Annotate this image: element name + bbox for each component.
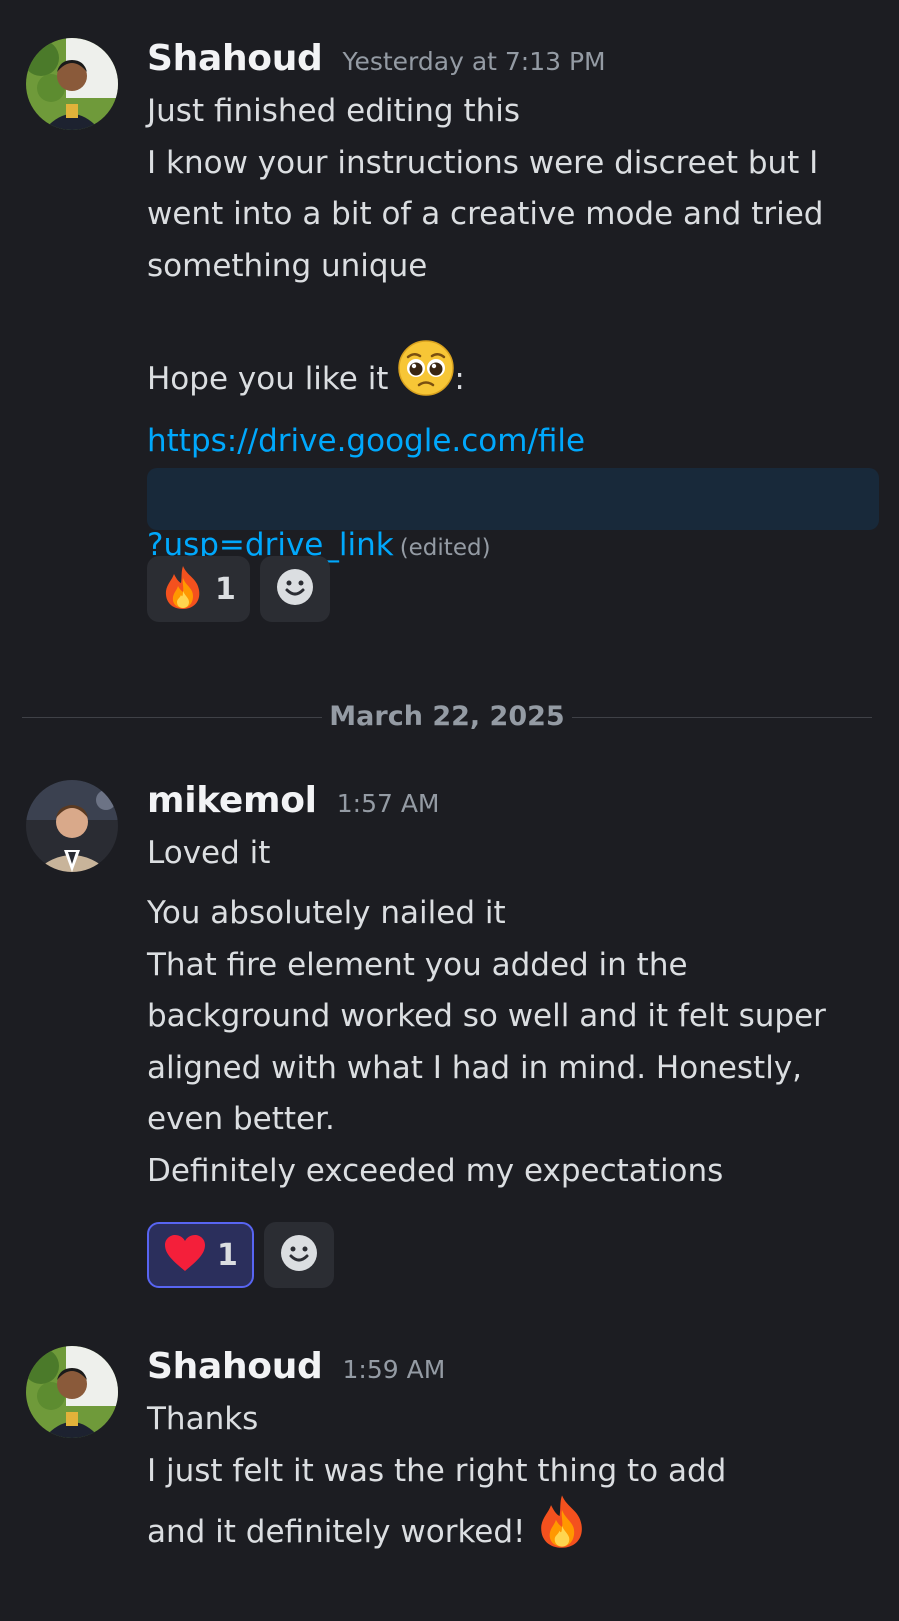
message-text: Hope you like it [147, 360, 389, 397]
avatar[interactable] [26, 38, 118, 130]
timestamp: 1:57 AM [336, 789, 440, 818]
message-line: Definitely exceeded my expectations [147, 1152, 724, 1189]
message-text: and it definitely worked! [147, 1513, 526, 1550]
add-reaction-button[interactable] [259, 556, 330, 622]
add-reaction-button[interactable] [263, 1222, 334, 1288]
message-line: Loved it [147, 835, 271, 871]
message-line: I know your instructions were discreet b… [147, 144, 819, 181]
message-line: That fire element you added in the [147, 946, 688, 983]
message-header: mikemol 1:57 AM [147, 780, 440, 828]
message-body: You absolutely nailed it That fire eleme… [147, 888, 877, 1197]
message-line: I just felt it was the right thing to ad… [147, 1452, 727, 1489]
message-line: aligned with what I had in mind. Honestl… [147, 1049, 803, 1086]
timestamp: Yesterday at 7:13 PM [342, 47, 606, 76]
reaction-heart[interactable]: 1 [147, 1222, 254, 1288]
message-header: Shahoud 1:59 AM [147, 1346, 445, 1394]
message-line: even better. [147, 1101, 335, 1137]
username[interactable]: Shahoud [147, 1346, 323, 1387]
message-body: Thanks I just felt it was the right thin… [147, 1394, 877, 1570]
reactions: 1 [147, 1222, 334, 1288]
message-line: You absolutely nailed it [147, 895, 506, 931]
date-divider: March 22, 2025 [22, 700, 872, 734]
avatar[interactable] [26, 1346, 118, 1438]
add-reaction-smiley-icon [280, 1234, 318, 1276]
message-line: Just finished editing this [147, 93, 521, 129]
fire-emoji [535, 1493, 589, 1566]
reactions: 1 [147, 556, 330, 622]
drive-link[interactable]: https://drive.google.com/file [147, 416, 877, 468]
message-body: Just finished editing this I know your i… [147, 86, 879, 574]
pleading-face-emoji [398, 339, 455, 413]
message-line: Hope you like it : [147, 339, 877, 417]
message-text: : [454, 360, 465, 397]
message-line: something unique [147, 247, 428, 284]
timestamp: 1:59 AM [342, 1355, 446, 1384]
reaction-count: 1 [215, 571, 236, 607]
username[interactable]: Shahoud [147, 38, 323, 79]
red-heart-emoji [163, 1233, 207, 1277]
message-line: went into a bit of a creative mode and t… [147, 196, 824, 232]
edited-label: (edited) [399, 534, 491, 561]
fire-emoji [161, 564, 205, 614]
reaction-fire[interactable]: 1 [147, 556, 250, 622]
message-body: Loved it [147, 828, 877, 880]
add-reaction-smiley-icon [276, 568, 314, 610]
message-line: and it definitely worked! [147, 1495, 877, 1570]
reaction-count: 1 [217, 1237, 238, 1273]
date-divider-label: March 22, 2025 [329, 701, 565, 732]
message-line: background worked so well and it felt su… [147, 998, 826, 1034]
username[interactable]: mikemol [147, 780, 317, 821]
message-header: Shahoud Yesterday at 7:13 PM [147, 38, 606, 86]
avatar[interactable] [26, 780, 118, 872]
message-line: Thanks [147, 1401, 259, 1437]
